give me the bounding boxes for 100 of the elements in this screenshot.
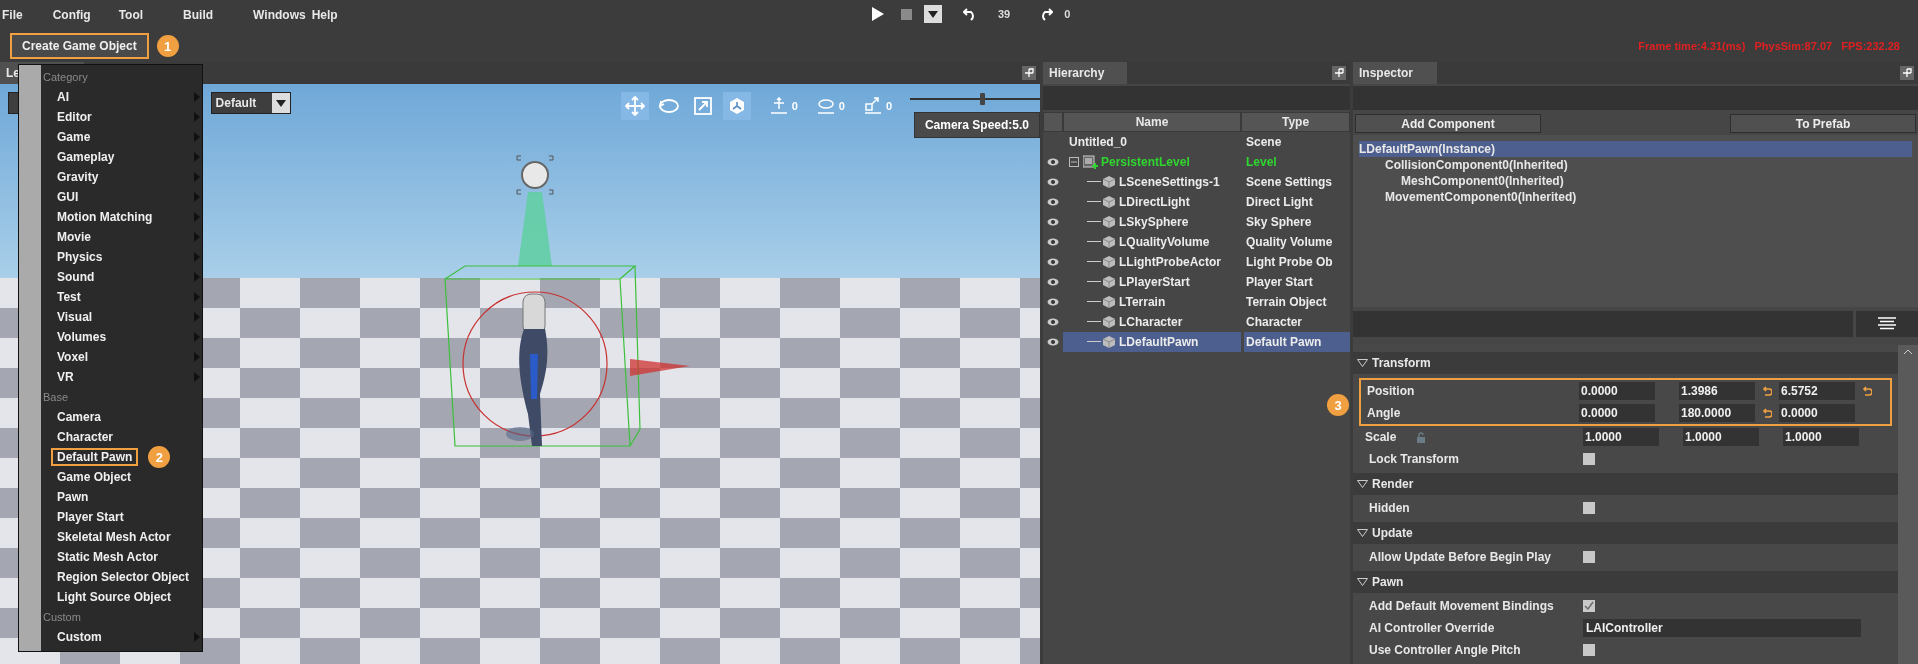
- add-component-button[interactable]: Add Component: [1355, 114, 1541, 133]
- menu-item[interactable]: Light Source Object: [41, 587, 202, 607]
- checkbox[interactable]: [1583, 551, 1595, 563]
- menu-item[interactable]: Visual: [41, 307, 202, 327]
- checkbox[interactable]: [1583, 502, 1595, 514]
- eye-icon[interactable]: [1047, 338, 1059, 346]
- tree-item[interactable]: PersistentLevel: [1063, 152, 1241, 172]
- section-header[interactable]: Transform: [1353, 352, 1898, 374]
- tree-item[interactable]: LDefaultPawn: [1063, 332, 1241, 352]
- menu-item[interactable]: Camera: [41, 407, 202, 427]
- eye-icon[interactable]: [1047, 278, 1059, 286]
- section-title: Render: [1372, 477, 1414, 491]
- menu-section-title: Category: [42, 70, 89, 85]
- menu-item[interactable]: Motion Matching: [41, 207, 202, 227]
- section-header[interactable]: Update: [1353, 522, 1898, 544]
- number-field[interactable]: 1.0000: [1683, 428, 1759, 446]
- component-item[interactable]: MovementComponent0(Inherited): [1359, 189, 1912, 205]
- checkbox[interactable]: [1583, 600, 1595, 612]
- menu-item[interactable]: Test: [41, 287, 202, 307]
- tree-item[interactable]: LDirectLight: [1063, 192, 1241, 212]
- menu-item[interactable]: Skeletal Mesh Actor: [41, 527, 202, 547]
- menu-item[interactable]: Default Pawn 2: [41, 447, 202, 467]
- menu-item[interactable]: GUI: [41, 187, 202, 207]
- number-field[interactable]: 180.0000: [1679, 404, 1755, 422]
- menu-item[interactable]: Character: [41, 427, 202, 447]
- component-item[interactable]: LDefaultPawn(Instance): [1359, 141, 1912, 157]
- menu-item[interactable]: Movie: [41, 227, 202, 247]
- menu-item[interactable]: Build: [183, 8, 214, 22]
- tree-item[interactable]: LPlayerStart: [1063, 272, 1241, 292]
- section-header[interactable]: Render: [1353, 473, 1898, 495]
- reset-icon[interactable]: [1762, 408, 1772, 418]
- menu-item[interactable]: Windows: [253, 8, 306, 22]
- menu-item[interactable]: Pawn: [41, 487, 202, 507]
- tree-item[interactable]: LSkySphere: [1063, 212, 1241, 232]
- eye-icon[interactable]: [1047, 238, 1059, 246]
- tree-item[interactable]: LLightProbeActor: [1063, 252, 1241, 272]
- menu-item[interactable]: Region Selector Object: [41, 567, 202, 587]
- view-mode-dropdown[interactable]: Default: [210, 92, 291, 114]
- menu-item[interactable]: Gameplay: [41, 147, 202, 167]
- menu-item[interactable]: Game Object: [41, 467, 202, 487]
- eye-icon[interactable]: [1047, 178, 1059, 186]
- menu-item[interactable]: Tool: [118, 8, 144, 22]
- eye-icon[interactable]: [1047, 318, 1059, 326]
- panel-tab[interactable]: Hierarchy: [1043, 62, 1127, 84]
- tree-item[interactable]: Untitled_0: [1063, 132, 1241, 152]
- checkbox[interactable]: [1583, 644, 1595, 656]
- number-field[interactable]: 6.5752: [1779, 382, 1855, 400]
- to-prefab-button[interactable]: To Prefab: [1730, 114, 1916, 133]
- snap-value: 0: [838, 100, 845, 112]
- eye-icon[interactable]: [1047, 158, 1059, 166]
- menu-item[interactable]: Volumes: [41, 327, 202, 347]
- section-header[interactable]: Pawn: [1353, 571, 1898, 593]
- scroll-up-icon[interactable]: [1903, 349, 1913, 355]
- slider-thumb[interactable]: [979, 93, 985, 105]
- reset-icon[interactable]: [1762, 386, 1772, 396]
- reset-icon[interactable]: [1862, 386, 1872, 396]
- menu-item[interactable]: AI: [41, 87, 202, 107]
- eye-icon[interactable]: [1047, 218, 1059, 226]
- dropdown-button[interactable]: [924, 5, 942, 23]
- tool-button[interactable]: [722, 92, 751, 120]
- create-game-object-button[interactable]: Create Game Object: [10, 33, 149, 59]
- tree-item[interactable]: LTerrain: [1063, 292, 1241, 312]
- menu-item[interactable]: Gravity: [41, 167, 202, 187]
- eye-icon[interactable]: [1047, 198, 1059, 206]
- number-field[interactable]: 1.0000: [1783, 428, 1859, 446]
- number-field[interactable]: 0.0000: [1579, 382, 1655, 400]
- collapse-icon[interactable]: [1069, 157, 1081, 167]
- number-field[interactable]: 1.3986: [1679, 382, 1755, 400]
- menu-item[interactable]: VR: [41, 367, 202, 387]
- pin-icon[interactable]: [1332, 66, 1346, 80]
- menu-item[interactable]: Physics: [41, 247, 202, 267]
- number-field[interactable]: 0.0000: [1579, 404, 1655, 422]
- menu-item[interactable]: Config: [52, 8, 91, 22]
- component-item[interactable]: MeshComponent0(Inherited): [1359, 173, 1912, 189]
- menu-item[interactable]: File: [2, 8, 23, 22]
- component-item[interactable]: CollisionComponent0(Inherited): [1359, 157, 1912, 173]
- eye-icon[interactable]: [1047, 258, 1059, 266]
- menu-item[interactable]: Help: [311, 8, 338, 22]
- menu-item[interactable]: Player Start: [41, 507, 202, 527]
- number-field[interactable]: 0.0000: [1779, 404, 1855, 422]
- tree-item[interactable]: LCharacter: [1063, 312, 1241, 332]
- checkbox[interactable]: [1583, 453, 1595, 465]
- text-field[interactable]: LAIController: [1583, 619, 1861, 637]
- menu-item[interactable]: Voxel: [41, 347, 202, 367]
- menu-item[interactable]: Custom: [41, 627, 202, 647]
- menu-item[interactable]: Editor: [41, 107, 202, 127]
- scrollbar[interactable]: [1898, 345, 1918, 664]
- tree-item[interactable]: LSceneSettings-1: [1063, 172, 1241, 192]
- list-view-button[interactable]: [1856, 311, 1918, 337]
- pin-icon[interactable]: [1022, 66, 1036, 80]
- panel-tab[interactable]: Inspector: [1353, 62, 1437, 84]
- column-header[interactable]: Type: [1241, 112, 1350, 132]
- menu-item[interactable]: Static Mesh Actor: [41, 547, 202, 567]
- tree-item[interactable]: LQualityVolume: [1063, 232, 1241, 252]
- column-header[interactable]: Name: [1063, 112, 1241, 132]
- menu-item[interactable]: Game: [41, 127, 202, 147]
- pin-icon[interactable]: [1900, 66, 1914, 80]
- menu-item[interactable]: Sound: [41, 267, 202, 287]
- eye-icon[interactable]: [1047, 298, 1059, 306]
- number-field[interactable]: 1.0000: [1583, 428, 1659, 446]
